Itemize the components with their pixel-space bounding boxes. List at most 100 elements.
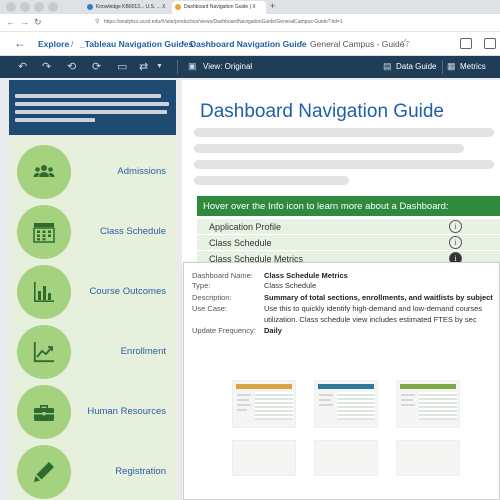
- tooltip-value: utilization. Class schedule view include…: [264, 315, 477, 324]
- thumbnail-header: [400, 384, 456, 389]
- tooltip-key: Use Case:: [192, 304, 228, 313]
- breadcrumb-link-tableau-guides[interactable]: _Tableau Navigation Guides: [80, 39, 193, 49]
- placeholder-text-line: [194, 128, 494, 137]
- redo-icon[interactable]: ↷: [42, 60, 51, 73]
- revert-icon[interactable]: ⟲: [67, 60, 76, 73]
- thumbnail-line: [319, 399, 331, 401]
- dashboard-name: Application Profile: [209, 222, 282, 232]
- replay-icon[interactable]: ⇄: [139, 60, 148, 73]
- info-banner: Hover over the Info icon to learn more a…: [197, 196, 500, 216]
- placeholder-text-line: [194, 176, 349, 185]
- thumbnail-line: [237, 394, 251, 396]
- list-item: Class Schedule i: [197, 235, 500, 250]
- forward-arrow-icon[interactable]: →: [20, 17, 29, 27]
- thumbnail-header: [236, 384, 292, 389]
- tooltip-key: Description:: [192, 293, 232, 302]
- reload-icon[interactable]: ↻: [34, 17, 42, 28]
- share-icon[interactable]: [484, 38, 496, 49]
- tab-title: Knowledge KB0013... U.S. ... X: [96, 4, 166, 10]
- device-preview-icon[interactable]: [460, 38, 472, 49]
- thumbnail-line: [237, 404, 251, 406]
- dashboard-info-tooltip: Dashboard Name: Class Schedule Metrics T…: [183, 262, 500, 500]
- sidebar-item-course-outcomes[interactable]: Course Outcomes: [9, 262, 176, 322]
- dashboard-name: Class Schedule: [209, 238, 272, 248]
- tab-favicon-icon: [87, 4, 93, 10]
- browser-tab-strip: Knowledge KB0013... U.S. ... X Dashboard…: [0, 0, 500, 14]
- data-guide-icon: ▤: [383, 61, 392, 71]
- toolbar-divider: [442, 60, 443, 74]
- metrics-button[interactable]: Metrics: [460, 62, 486, 71]
- window-control-dot[interactable]: [48, 2, 58, 12]
- info-banner-text: Hover over the Info icon to learn more a…: [203, 201, 449, 212]
- breadcrumb-separator: /: [182, 39, 185, 49]
- view-icon: ▣: [188, 61, 197, 71]
- sidebar-item-label: Human Resources: [87, 406, 166, 417]
- placeholder-text-line: [194, 144, 464, 153]
- people-icon: [17, 145, 71, 199]
- dashboard-thumbnail: [314, 380, 378, 428]
- thumbnail-line: [319, 404, 333, 406]
- tab-title: Dashboard Navigation Guide | X: [184, 4, 256, 10]
- window-control-dot[interactable]: [34, 2, 44, 12]
- sidebar-item-class-schedule[interactable]: Class Schedule: [9, 202, 176, 262]
- site-info-icon[interactable]: ⚲: [95, 18, 99, 25]
- favorite-star-icon[interactable]: ☆: [400, 36, 411, 50]
- back-arrow-icon[interactable]: ←: [14, 36, 26, 50]
- window-control-dot[interactable]: [20, 2, 30, 12]
- window-control-dot[interactable]: [6, 2, 16, 12]
- thumbnail-grid: [337, 392, 375, 420]
- briefcase-icon: [17, 385, 71, 439]
- back-arrow-icon[interactable]: ←: [6, 17, 15, 27]
- tooltip-key: Dashboard Name:: [192, 271, 253, 280]
- browser-tab[interactable]: Knowledge KB0013... U.S. ... X: [84, 1, 170, 14]
- info-icon[interactable]: i: [449, 236, 462, 249]
- breadcrumb-current: General Campus - Guide: [310, 39, 405, 49]
- browser-tab-active[interactable]: Dashboard Navigation Guide | X: [172, 1, 266, 14]
- thumbnail-line: [237, 399, 249, 401]
- info-icon[interactable]: i: [449, 220, 462, 233]
- chevron-down-icon[interactable]: ▼: [156, 63, 163, 70]
- data-guide-button[interactable]: Data Guide: [396, 62, 436, 71]
- dashboard-thumbnail: [396, 440, 460, 476]
- view-original-button[interactable]: View: Original: [203, 62, 252, 71]
- tooltip-key: Type:: [192, 281, 211, 290]
- refresh-icon[interactable]: ⟳: [92, 60, 101, 73]
- breadcrumb: ← Explore / _Tableau Navigation Guides /…: [0, 32, 500, 56]
- breadcrumb-link-explore[interactable]: Explore: [38, 39, 69, 49]
- sidebar-item-human-resources[interactable]: Human Resources: [9, 382, 176, 442]
- undo-icon[interactable]: ↶: [18, 60, 27, 73]
- trend-chart-icon: [17, 325, 71, 379]
- dashboard-thumbnail: [232, 380, 296, 428]
- thumbnail-header: [318, 384, 374, 389]
- sidebar-item-admissions[interactable]: Admissions: [9, 142, 176, 202]
- sidebar-item-label: Registration: [115, 466, 166, 477]
- tooltip-value: Use this to quickly identify high-demand…: [264, 304, 483, 313]
- dashboard-sidebar: Admissions Class Schedule Course Outcome…: [9, 80, 176, 500]
- pause-updates-icon[interactable]: ▭: [117, 60, 127, 73]
- calendar-icon: [17, 205, 71, 259]
- list-item: Application Profile i: [197, 219, 500, 234]
- thumbnail-line: [319, 394, 333, 396]
- tooltip-value: Summary of total sections, enrollments, …: [264, 293, 493, 302]
- pen-icon: [17, 445, 71, 499]
- toolbar-divider: [177, 60, 178, 74]
- thumbnail-line: [401, 399, 413, 401]
- tooltip-value: Class Schedule Metrics: [264, 271, 348, 280]
- thumbnail-line: [237, 409, 247, 411]
- dashboard-thumbnail: [232, 440, 296, 476]
- breadcrumb-link-dashboard-guide[interactable]: Dashboard Navigation Guide: [190, 39, 307, 49]
- browser-window: Knowledge KB0013... U.S. ... X Dashboard…: [0, 0, 500, 500]
- tooltip-value: Class Schedule: [264, 281, 317, 290]
- metrics-icon: ▦: [447, 61, 456, 71]
- view-toolbar: ↶ ↷ ⟲ ⟳ ▭ ⇄ ▼ ▣ View: Original ▤ Data Gu…: [0, 56, 500, 78]
- placeholder-text-line: [194, 160, 494, 169]
- sidebar-header-line: [15, 94, 161, 98]
- sidebar-item-label: Admissions: [117, 166, 166, 177]
- sidebar-header-line: [15, 110, 167, 114]
- url-field[interactable]: https://analytics.ucsd.edu/#/site/produc…: [104, 19, 343, 25]
- sidebar-item-registration[interactable]: Registration: [9, 442, 176, 500]
- new-tab-button[interactable]: +: [270, 1, 275, 11]
- sidebar-item-enrollment[interactable]: Enrollment: [9, 322, 176, 382]
- tab-favicon-icon: [175, 4, 181, 10]
- sidebar-header-line: [15, 102, 169, 106]
